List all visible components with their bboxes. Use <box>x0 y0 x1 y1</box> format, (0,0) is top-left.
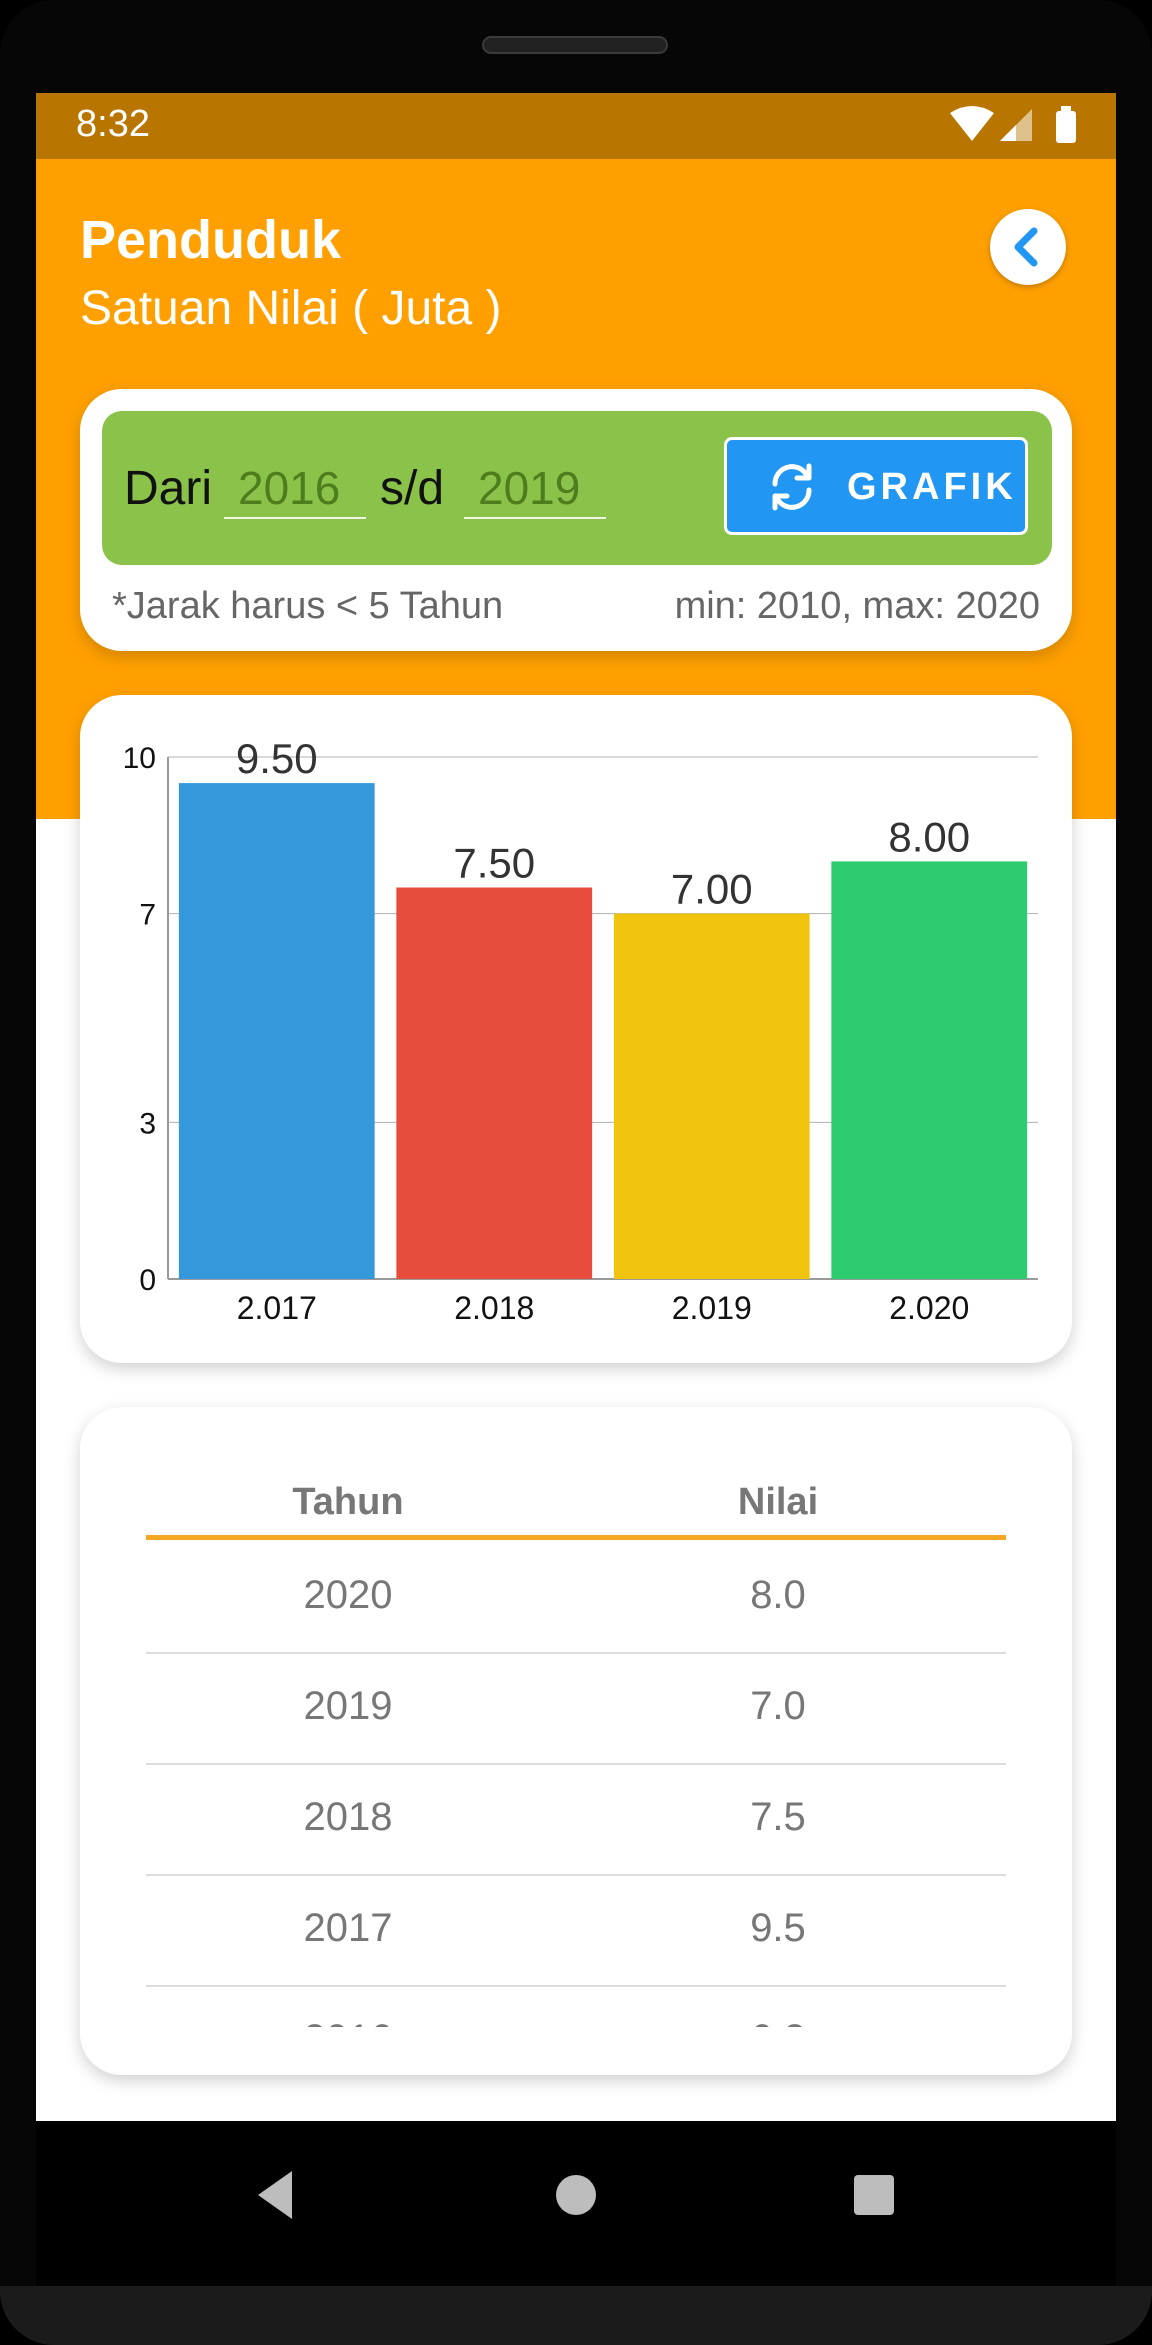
wifi-signal-battery-icons <box>950 106 1076 143</box>
x-tick-label: 2.019 <box>672 1290 752 1326</box>
y-tick-label: 7 <box>139 899 156 932</box>
chevron-left-icon <box>1014 227 1038 267</box>
grafik-button-label: GRAFIK <box>847 466 1017 508</box>
app-screen: 8:32 Penduduk Satuan Nilai ( Juta ) Dari… <box>36 93 1116 2121</box>
status-time: 8:32 <box>76 103 150 145</box>
cell-nilai: 7.5 <box>750 1795 806 1839</box>
navigation-bar <box>36 2121 1116 2286</box>
bar <box>396 887 593 1279</box>
bar-chart: 0 3 7 10 9.50 2.017 7.50 2.018 7.00 2.019 8.00 2.02… <box>123 735 1038 1326</box>
grafik-button[interactable]: GRAFIK <box>724 437 1028 535</box>
table-clip <box>80 2027 1072 2075</box>
earpiece-speaker <box>482 36 668 54</box>
status-icons <box>950 105 1080 147</box>
bar <box>613 913 810 1279</box>
home-icon[interactable] <box>550 2163 602 2227</box>
from-label: Dari <box>124 462 213 515</box>
page-subtitle: Satuan Nilai ( Juta ) <box>80 282 502 335</box>
bottom-bezel <box>0 2286 1152 2345</box>
cell-tahun: 2017 <box>303 1906 393 1950</box>
year-range-bar: Dari s/d GRAFIK <box>102 411 1052 565</box>
chart-card: 0 3 7 10 9.50 2.017 7.50 2.018 7.00 2.019 8.00 2.02… <box>80 695 1072 1363</box>
x-tick-label: 2.017 <box>237 1290 317 1326</box>
range-note: *Jarak harus < 5 Tahun <box>112 585 504 627</box>
column-header-nilai: Nilai <box>737 1481 819 1523</box>
bar <box>831 861 1028 1279</box>
table-card: Tahun Nilai 2020 8.0 2019 7.0 2018 7.5 2017 9.5… <box>80 1407 1072 2075</box>
column-header-tahun: Tahun <box>292 1481 404 1523</box>
cell-nilai: 9.5 <box>750 1906 806 1950</box>
to-year-input[interactable] <box>464 459 606 519</box>
bar-value-label: 9.50 <box>236 735 318 782</box>
from-year-input[interactable] <box>224 459 366 519</box>
y-tick-label: 10 <box>123 742 156 775</box>
to-label: s/d <box>380 462 445 515</box>
min-max-note: min: 2010, max: 2020 <box>674 585 1040 627</box>
x-tick-label: 2.018 <box>454 1290 534 1326</box>
page-title: Penduduk <box>80 210 342 270</box>
bar-value-label: 7.50 <box>453 840 535 887</box>
y-tick-label: 3 <box>139 1107 156 1140</box>
cell-nilai: 8.0 <box>750 1573 806 1617</box>
table-row: 2017 9.5 <box>146 1874 1006 1987</box>
table-row: 2019 7.0 <box>146 1652 1006 1765</box>
header-divider <box>146 1535 1006 1540</box>
back-button[interactable] <box>990 209 1066 285</box>
cell-tahun: 2018 <box>303 1795 393 1839</box>
battery-icon <box>1056 111 1076 143</box>
bar <box>178 783 375 1279</box>
y-tick-label: 0 <box>139 1264 156 1297</box>
x-tick-label: 2.020 <box>889 1290 969 1326</box>
status-bar: 8:32 <box>36 93 1116 159</box>
filter-card: Dari s/d GRAFIK *Jarak harus < 5 Tahun m… <box>80 389 1072 651</box>
back-icon[interactable] <box>252 2163 300 2227</box>
cell-tahun: 2020 <box>303 1573 393 1617</box>
table-row: 2020 8.0 <box>146 1541 1006 1654</box>
cell-nilai: 7.0 <box>750 1684 806 1728</box>
bar-value-label: 8.00 <box>888 813 970 860</box>
phone-frame: 8:32 Penduduk Satuan Nilai ( Juta ) Dari… <box>0 0 1152 2345</box>
bar-value-label: 7.00 <box>671 866 753 913</box>
table-row: 2018 7.5 <box>146 1763 1006 1876</box>
wifi-icon <box>950 106 994 141</box>
refresh-icon <box>772 463 812 511</box>
recents-icon[interactable] <box>850 2163 898 2227</box>
cell-tahun: 2019 <box>303 1684 393 1728</box>
